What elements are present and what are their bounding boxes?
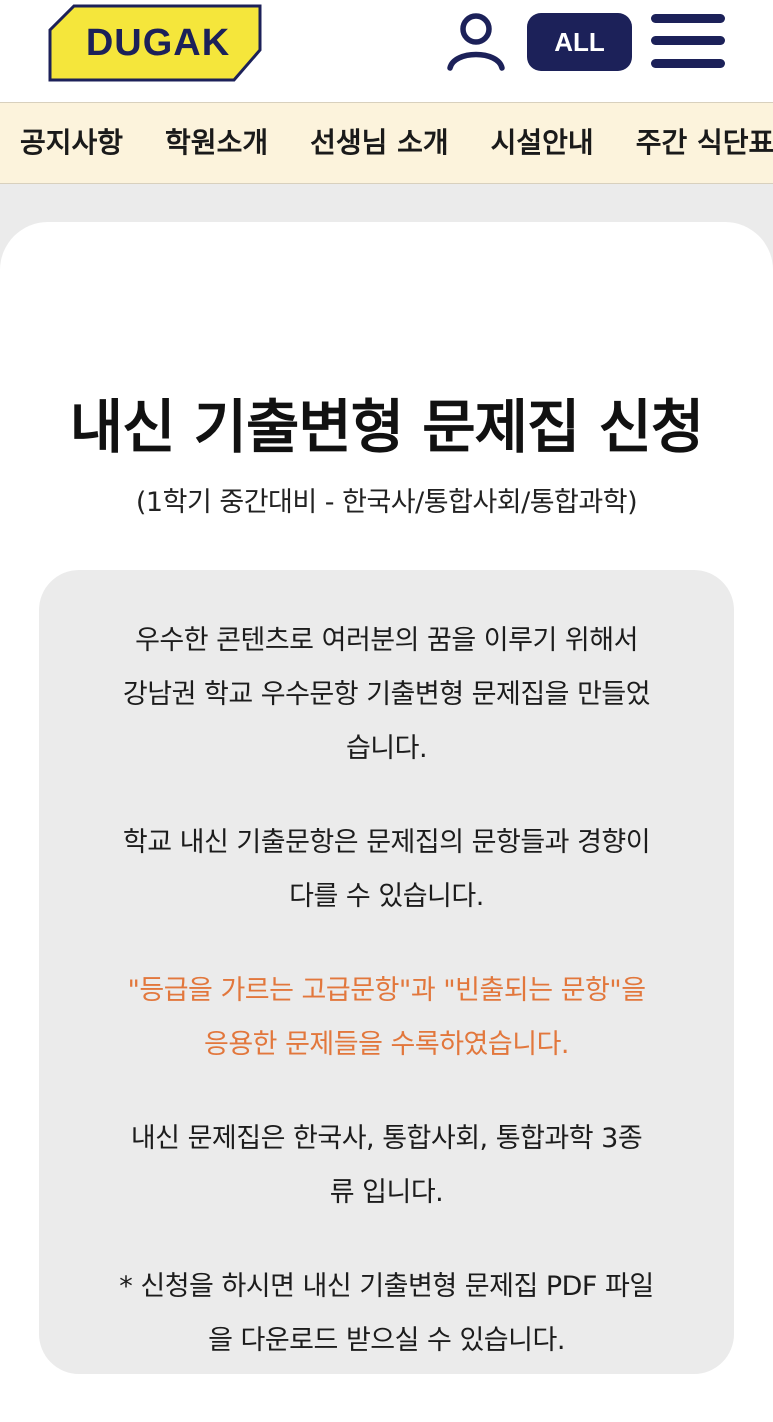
all-button[interactable]: ALL	[527, 13, 632, 71]
info-paragraph: 내신 문제집은 한국사, 통합사회, 통합과학 3종 류 입니다.	[69, 1112, 704, 1220]
nav-item-weekly-menu[interactable]: 주간 식단표	[636, 129, 773, 157]
info-line: "등급을 가르는 고급문항"과 "빈출되는 문항"을	[127, 975, 646, 1006]
info-line: 학교 내신 기출문항은 문제집의 문항들과 경향이	[122, 827, 651, 858]
info-line: 우수한 콘텐츠로 여러분의 꿈을 이루기 위해서	[135, 625, 638, 656]
info-line: 내신 문제집은 한국사, 통합사회, 통합과학 3종	[130, 1123, 643, 1154]
user-icon[interactable]	[444, 12, 508, 72]
info-line: 강남권 학교 우수문항 기출변형 문제집을 만들었	[122, 679, 651, 710]
page-subtitle: (1학기 중간대비 - 한국사/통합사회/통합과학)	[135, 487, 638, 518]
info-line: 응용한 문제들을 수록하였습니다.	[203, 1029, 570, 1060]
nav-item-academy-intro[interactable]: 학원소개	[165, 129, 268, 157]
info-line: 습니다.	[345, 733, 428, 764]
main-nav: 공지사항 학원소개 선생님 소개 시설안내 주간 식단표	[0, 102, 773, 184]
info-line: 다를 수 있습니다.	[289, 881, 484, 912]
nav-item-notice[interactable]: 공지사항	[20, 129, 123, 157]
info-paragraph-highlight: "등급을 가르는 고급문항"과 "빈출되는 문항"을 응용한 문제들을 수록하였…	[69, 964, 704, 1072]
info-paragraph: 우수한 콘텐츠로 여러분의 꿈을 이루기 위해서 강남권 학교 우수문항 기출변…	[69, 614, 704, 776]
info-paragraph: 학교 내신 기출문항은 문제집의 문항들과 경향이 다를 수 있습니다.	[69, 816, 704, 924]
page-title: 내신 기출변형 문제집 신청	[69, 393, 705, 461]
nav-track: 공지사항 학원소개 선생님 소개 시설안내 주간 식단표	[20, 103, 773, 183]
hamburger-menu-icon[interactable]	[651, 14, 725, 68]
logo-text: DUGAK	[85, 21, 231, 64]
app-header: DUGAK ALL	[0, 0, 773, 102]
info-line: 을 다운로드 받으실 수 있습니다.	[208, 1325, 565, 1356]
menu-bar	[651, 14, 725, 23]
info-paragraph: * 신청을 하시면 내신 기출변형 문제집 PDF 파일 을 다운로드 받으실 …	[69, 1260, 704, 1368]
info-line: * 신청을 하시면 내신 기출변형 문제집 PDF 파일	[119, 1271, 654, 1302]
info-line: 류 입니다.	[329, 1177, 444, 1208]
menu-bar	[651, 36, 725, 45]
nav-item-facilities[interactable]: 시설안내	[491, 129, 594, 157]
dugak-logo[interactable]: DUGAK	[48, 4, 266, 82]
menu-bar	[651, 59, 725, 68]
nav-item-teachers[interactable]: 선생님 소개	[310, 129, 449, 157]
info-box: 우수한 콘텐츠로 여러분의 꿈을 이루기 위해서 강남권 학교 우수문항 기출변…	[39, 570, 734, 1374]
